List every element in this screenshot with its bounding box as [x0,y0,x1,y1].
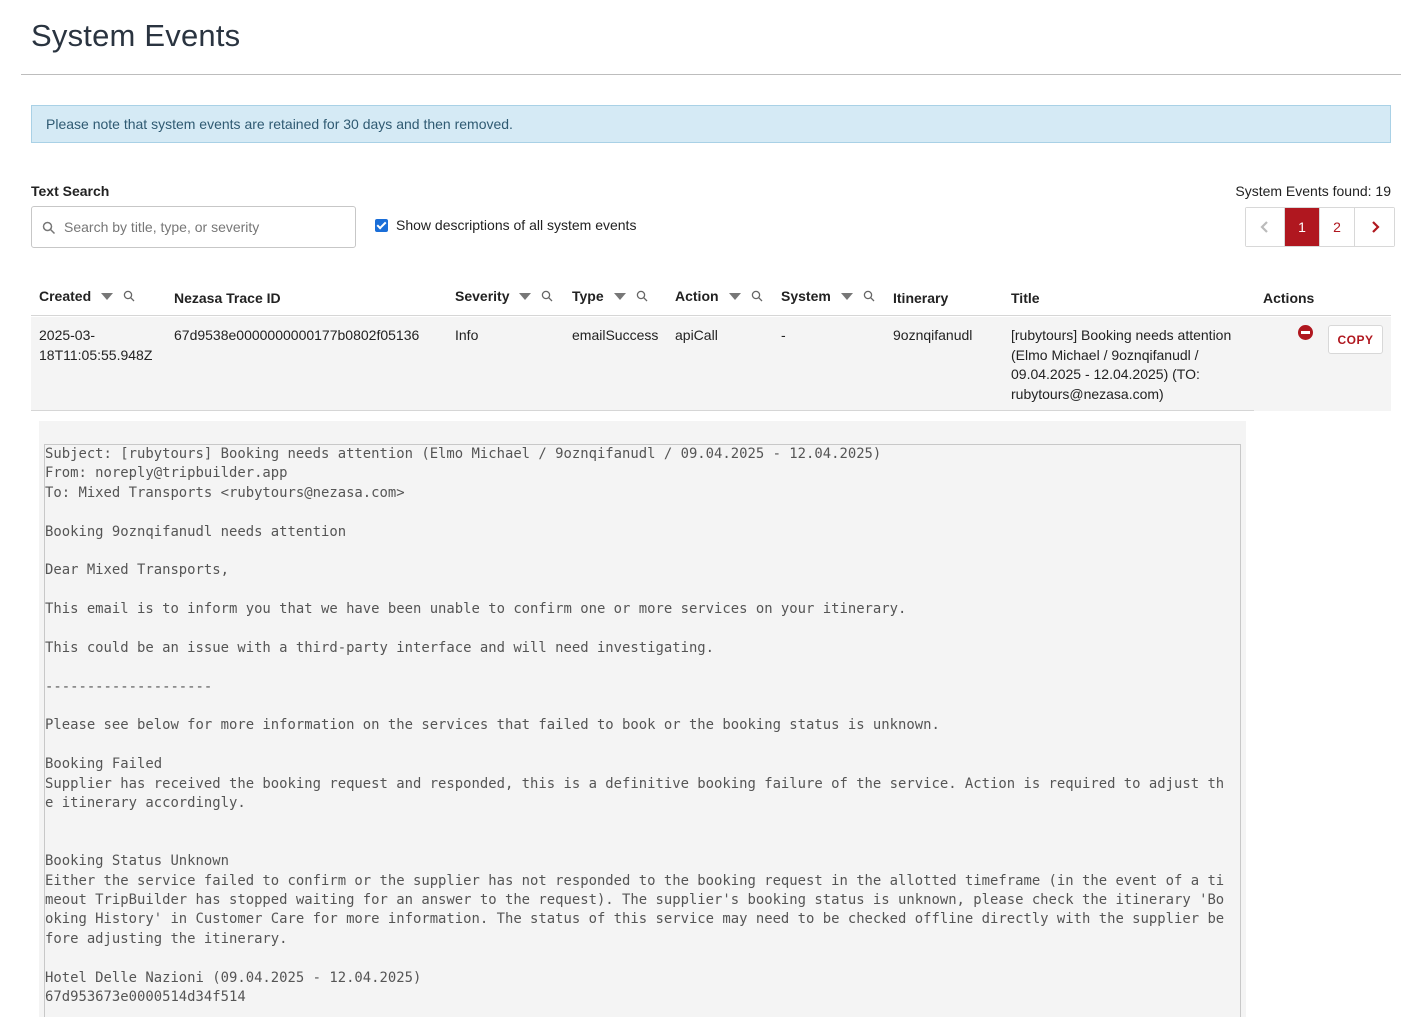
description-line [45,833,1240,852]
title-divider [21,74,1401,75]
sort-arrow-icon[interactable] [840,292,853,300]
search-box[interactable] [31,206,356,248]
sort-arrow-icon[interactable] [728,292,741,300]
column-action-label: Action [675,288,719,304]
column-created-label: Created [39,288,92,304]
column-system: System [781,288,875,304]
column-type: Type [572,288,648,304]
search-icon [42,221,56,235]
description-line: Please see below for more information on… [45,717,940,734]
copy-button[interactable]: COPY [1328,325,1383,354]
cell-system: - [781,327,786,343]
results-count: System Events found: 19 [1235,183,1391,199]
description-line: Subject: [rubytours] Booking needs atten… [45,446,882,462]
show-descriptions-label: Show descriptions of all system events [396,217,637,233]
prev-page-button[interactable] [1246,208,1285,246]
cell-action: apiCall [675,327,718,343]
description-line: 67d953673e0000514d34f514 [45,988,246,1005]
cell-severity: Info [455,327,479,343]
chevron-left-icon [1260,221,1268,233]
chevron-right-icon [1371,221,1380,233]
retention-notice: Please note that system events are retai… [31,105,1391,143]
title-line: rubytours@nezasa.com) [1011,385,1164,402]
description-line [45,581,1240,600]
description-line: Supplier has received the booking reques… [45,775,1225,792]
column-action: Action [675,288,763,304]
column-trace-id: Nezasa Trace ID [174,290,281,306]
sort-arrow-icon[interactable] [519,292,532,300]
description-line: oking History' in Customer Care for more… [45,911,1225,928]
column-type-label: Type [572,288,604,304]
column-title-label: Title [1011,290,1040,306]
description-line: This email is to inform you that we have… [45,601,907,618]
title-line: (Elmo Michael / 9oznqifanudl / [1011,346,1199,363]
description-line: This could be an issue with a third-part… [45,639,715,656]
search-input[interactable] [64,215,349,239]
description-line: Booking Failed [45,756,163,773]
description-line [45,813,1240,832]
description-line: From: noreply@tripbuilder.app [45,465,288,482]
column-itinerary: Itinerary [893,290,948,306]
column-actions-label: Actions [1263,290,1315,306]
description-line [45,697,1240,716]
column-trace-id-label: Nezasa Trace ID [174,290,281,306]
description-line [45,949,1240,968]
column-title: Title [1011,290,1040,306]
column-severity-label: Severity [455,288,510,304]
filter-search-icon[interactable] [636,290,648,302]
description-line: meout TripBuilder has stopped waiting fo… [45,891,1225,908]
title-line: 09.04.2025 - 12.04.2025) (TO: [1011,366,1200,382]
remove-icon[interactable] [1298,325,1313,340]
description-line [45,542,1240,561]
description-line: Hotel Delle Nazioni (09.04.2025 - 12.04.… [45,969,422,986]
description-line: Either the service failed to confirm or … [45,872,1225,889]
description-line: -------------------- [45,678,213,695]
show-descriptions-toggle[interactable]: Show descriptions of all system events [375,217,636,233]
column-itinerary-label: Itinerary [893,290,949,306]
page-title: System Events [31,18,241,53]
cell-created: 2025-03- 18T11:05:55.948Z [39,326,152,365]
column-system-label: System [781,288,831,304]
cell-title: [rubytours] Booking needs attention (Elm… [1011,326,1231,404]
sort-arrow-icon[interactable] [101,292,114,300]
filter-search-icon[interactable] [863,290,875,302]
created-date: 2025-03- [39,327,96,343]
row-divider [31,410,1254,411]
description-line: To: Mixed Transports <rubytours@nezasa.c… [45,484,405,501]
description-line: fore adjusting the itinerary. [45,930,288,947]
description-line: Dear Mixed Transports, [45,562,229,579]
next-page-button[interactable] [1355,208,1394,246]
filter-search-icon[interactable] [123,290,135,302]
event-description: Subject: [rubytours] Booking needs atten… [44,444,1241,1017]
column-created: Created [39,288,135,304]
created-time: 18T11:05:55.948Z [39,346,153,363]
description-line [45,620,1240,639]
show-descriptions-checkbox[interactable] [375,218,388,232]
column-actions: Actions [1263,290,1314,306]
cell-trace-id: 67d9538e0000000000177b0802f05136 [174,327,420,343]
description-line [45,658,1240,677]
page-button-1[interactable]: 1 [1285,208,1320,246]
description-line: Booking Status Unknown [45,853,229,870]
search-label: Text Search [31,183,110,199]
filter-search-icon[interactable] [541,290,553,302]
filter-search-icon[interactable] [751,290,763,302]
pagination: 1 2 [1245,207,1395,247]
page-button-2[interactable]: 2 [1320,208,1355,246]
column-severity: Severity [455,288,553,304]
cell-itinerary: 9oznqifanudl [893,327,973,343]
table-row[interactable]: 2025-03- 18T11:05:55.948Z 67d9538e000000… [31,317,1391,411]
description-line [45,503,1240,522]
title-line: [rubytours] Booking needs attention [1011,327,1232,343]
description-line: Booking 9oznqifanudl needs attention [45,523,347,540]
sort-arrow-icon[interactable] [613,292,626,300]
description-line: e itinerary accordingly. [45,795,246,812]
table-header: Created Nezasa Trace ID Severity Type Ac… [31,280,1391,316]
description-line [45,736,1240,755]
cell-type: emailSuccess [572,327,659,343]
